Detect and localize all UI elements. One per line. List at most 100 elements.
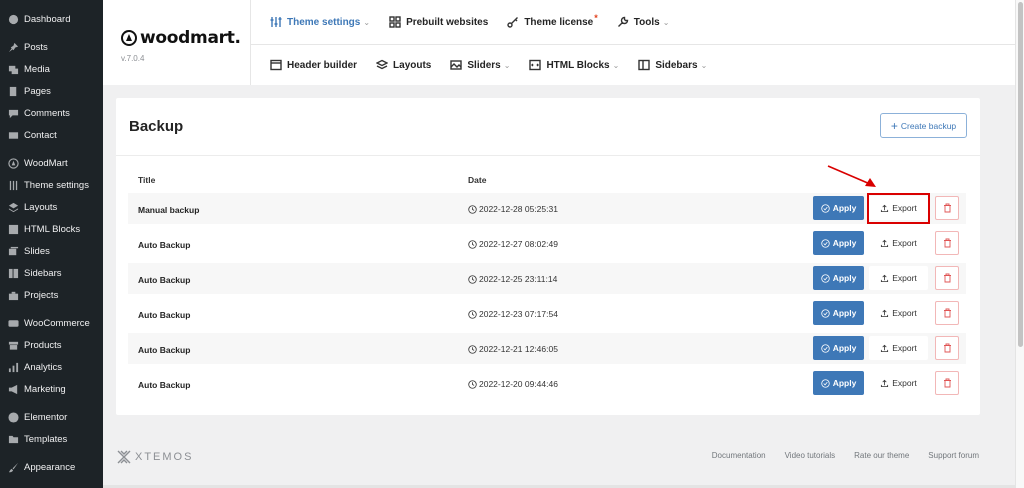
footer-link-support-forum[interactable]: Support forum	[928, 451, 979, 460]
clock-icon	[468, 274, 479, 284]
nav-label: Tools	[633, 16, 660, 28]
nav-label: HTML Blocks	[546, 59, 610, 71]
chevron-down-icon: ⌄	[612, 60, 620, 70]
sidebar-item-dashboard[interactable]: Dashboard	[0, 8, 103, 30]
sidebar-item-posts[interactable]: Posts	[0, 36, 103, 58]
backup-date-value: 2022-12-28 05:25:31	[479, 204, 558, 214]
page-scrollbar[interactable]	[1015, 0, 1024, 488]
sidebar-item-slides[interactable]: Slides	[0, 240, 103, 262]
nav-theme-license[interactable]: Theme license *	[507, 13, 598, 28]
apply-button[interactable]: Apply	[813, 266, 864, 290]
delete-button[interactable]	[935, 371, 959, 395]
apply-button[interactable]: Apply	[813, 196, 864, 220]
footer-link-rate-our-theme[interactable]: Rate our theme	[854, 451, 909, 460]
sidebar-item-html-blocks[interactable]: HTML Blocks	[0, 218, 103, 240]
sidebar-item-pages[interactable]: Pages	[0, 80, 103, 102]
check-circle-icon	[821, 343, 833, 353]
elementor-icon	[7, 411, 19, 423]
delete-button[interactable]	[935, 301, 959, 325]
sidebar-item-products[interactable]: Products	[0, 334, 103, 356]
sidebar-item-projects[interactable]: Projects	[0, 284, 103, 306]
sidebar-item-label: Projects	[24, 289, 59, 301]
export-button[interactable]: Export	[869, 336, 928, 360]
nav-prebuilt-websites[interactable]: Prebuilt websites	[389, 16, 488, 28]
nav-sidebars[interactable]: Sidebars ⌄	[638, 59, 707, 71]
backup-card: Backup + Create backup Title Date Manual…	[116, 98, 980, 415]
nav-html-blocks[interactable]: HTML Blocks ⌄	[529, 59, 619, 71]
nav-label: Sidebars	[655, 59, 698, 71]
briefcase-icon	[7, 289, 19, 301]
create-backup-button[interactable]: + Create backup	[880, 113, 967, 138]
sidebar-item-contact[interactable]: Contact	[0, 124, 103, 146]
backup-date: 2022-12-20 09:44:46	[468, 379, 558, 389]
delete-button[interactable]	[935, 336, 959, 360]
sidebar-item-elementor[interactable]: Elementor	[0, 406, 103, 428]
export-label: Export	[892, 378, 917, 388]
html-icon	[7, 223, 19, 235]
export-button[interactable]: Export	[869, 266, 928, 290]
sidebar-item-theme-settings[interactable]: Theme settings	[0, 174, 103, 196]
sidebar-item-analytics[interactable]: Analytics	[0, 356, 103, 378]
theme-top-nav: Theme settings ⌄ Prebuilt websites Theme li…	[251, 0, 1015, 85]
upload-icon	[880, 274, 892, 283]
page-title: Backup	[129, 118, 184, 135]
backup-title: Auto Backup	[138, 345, 191, 355]
sidebar-item-layouts[interactable]: Layouts	[0, 196, 103, 218]
delete-button[interactable]	[935, 231, 959, 255]
export-button[interactable]: Export	[869, 196, 928, 220]
woodmart-logo-icon	[121, 30, 137, 46]
nav-sliders[interactable]: Sliders ⌄	[450, 59, 510, 71]
sidebar-item-label: Appearance	[24, 461, 76, 473]
upload-icon	[880, 379, 892, 388]
sidebar-item-woocommerce[interactable]: WooCommerce	[0, 312, 103, 334]
clock-icon	[468, 239, 479, 249]
footer-links: Documentation Video tutorials Rate our the…	[693, 451, 979, 460]
chart-icon	[7, 361, 19, 373]
nav-theme-settings[interactable]: Theme settings ⌄	[270, 16, 370, 28]
export-button[interactable]: Export	[869, 301, 928, 325]
sidebar-item-comments[interactable]: Comments	[0, 102, 103, 124]
export-button[interactable]: Export	[869, 371, 928, 395]
apply-button[interactable]: Apply	[813, 336, 864, 360]
apply-button[interactable]: Apply	[813, 371, 864, 395]
sidebar-item-label: Pages	[24, 85, 51, 97]
license-alert-star: *	[594, 13, 598, 23]
apply-button[interactable]: Apply	[813, 231, 864, 255]
delete-button[interactable]	[935, 196, 959, 220]
create-backup-label: Create backup	[900, 120, 957, 131]
media-icon	[7, 63, 19, 75]
table-row: Auto Backup 2022-12-20 09:44:46 Apply Expor…	[128, 368, 966, 399]
html-icon	[529, 59, 546, 71]
nav-layouts[interactable]: Layouts	[376, 59, 431, 71]
backup-title: Manual backup	[138, 205, 200, 215]
sidebar-item-woodmart[interactable]: WoodMart	[0, 152, 103, 174]
megaphone-icon	[7, 383, 19, 395]
scrollbar-thumb[interactable]	[1018, 2, 1023, 347]
nav-tools[interactable]: Tools ⌄	[617, 16, 669, 28]
clock-icon	[468, 379, 479, 389]
trash-icon	[943, 238, 952, 248]
footer-link-video-tutorials[interactable]: Video tutorials	[785, 451, 836, 460]
sidebar-item-media[interactable]: Media	[0, 58, 103, 80]
clock-icon	[468, 344, 479, 354]
sidebar-item-marketing[interactable]: Marketing	[0, 378, 103, 400]
sidebar-item-sidebars[interactable]: Sidebars	[0, 262, 103, 284]
divider	[116, 155, 980, 156]
sidebar-item-label: Sidebars	[24, 267, 62, 279]
nav-header-builder[interactable]: Header builder	[270, 59, 357, 71]
pin-icon	[7, 41, 19, 53]
pages-icon	[7, 85, 19, 97]
woodmart-logo[interactable]: woodmart.	[121, 28, 250, 48]
xtemos-logo-text: XTEMOS	[135, 451, 194, 463]
sidebar-item-appearance[interactable]: Appearance	[0, 456, 103, 478]
export-button[interactable]: Export	[869, 231, 928, 255]
footer-link-documentation[interactable]: Documentation	[712, 451, 766, 460]
xtemos-logo[interactable]: XTEMOS	[116, 449, 193, 465]
apply-button[interactable]: Apply	[813, 301, 864, 325]
nav-label: Sliders	[467, 59, 501, 71]
trash-icon	[943, 273, 952, 283]
table-row: Auto Backup 2022-12-25 23:11:14 Apply Expor…	[128, 263, 966, 294]
delete-button[interactable]	[935, 266, 959, 290]
sidebar-item-templates[interactable]: Templates	[0, 428, 103, 450]
nav-label: Layouts	[393, 59, 432, 71]
